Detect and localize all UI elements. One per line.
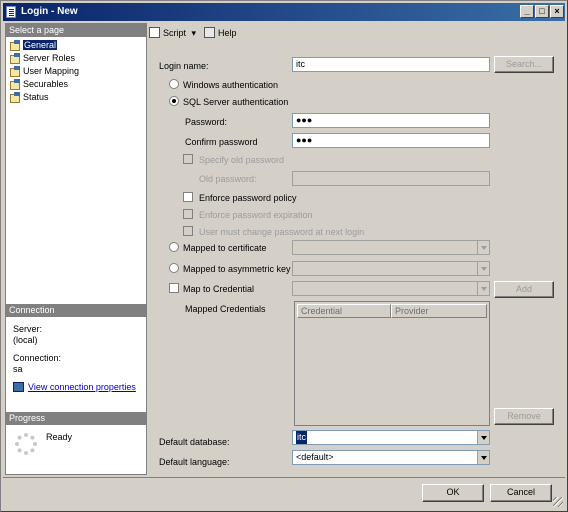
page-item-general[interactable]: General bbox=[9, 39, 58, 51]
close-button[interactable]: × bbox=[550, 5, 564, 18]
connection-label: Connection: bbox=[13, 353, 62, 363]
login-name-label: Login name: bbox=[159, 61, 209, 71]
page-icon bbox=[9, 79, 20, 90]
script-label: Script bbox=[163, 28, 187, 38]
progress-status: Ready bbox=[46, 432, 73, 442]
script-icon bbox=[149, 27, 160, 38]
default-language-select[interactable]: <default> bbox=[292, 450, 490, 465]
enforce-password-expiration-checkbox[interactable] bbox=[183, 209, 193, 219]
map-to-credential-checkbox[interactable] bbox=[169, 283, 179, 293]
help-icon bbox=[204, 27, 215, 38]
windows-auth-radio[interactable] bbox=[169, 79, 179, 89]
credential-column-header[interactable]: Credential bbox=[297, 304, 391, 318]
mapped-asymmetric-key-radio[interactable] bbox=[169, 263, 179, 273]
old-password-label: Old password: bbox=[199, 174, 257, 184]
mapped-certificate-label: Mapped to certificate bbox=[183, 243, 267, 253]
minimize-button[interactable]: _ bbox=[520, 5, 534, 18]
confirm-password-label: Confirm password bbox=[185, 137, 258, 147]
default-database-label: Default database: bbox=[159, 437, 230, 447]
chevron-down-icon: ▾ bbox=[191, 28, 197, 38]
page-item-server-roles[interactable]: Server Roles bbox=[9, 52, 75, 64]
mapped-asymmetric-key-label: Mapped to asymmetric key bbox=[183, 264, 291, 274]
enforce-password-policy-label: Enforce password policy bbox=[199, 193, 297, 203]
specify-old-password-label: Specify old password bbox=[199, 155, 285, 165]
default-language-value: <default> bbox=[296, 452, 334, 462]
map-to-credential-label: Map to Credential bbox=[183, 284, 255, 294]
windows-auth-label: Windows authentication bbox=[183, 80, 279, 90]
credentials-grid-body bbox=[297, 319, 487, 423]
default-language-label: Default language: bbox=[159, 457, 230, 467]
toolbar: Script ▾ Help bbox=[149, 23, 565, 43]
page-item-label: Server Roles bbox=[23, 53, 76, 63]
password-label: Password: bbox=[185, 117, 228, 127]
window-title: Login - New bbox=[21, 6, 78, 17]
ok-button[interactable]: OK bbox=[422, 484, 484, 502]
view-connection-properties[interactable]: View connection properties bbox=[13, 382, 136, 392]
specify-old-password-checkbox[interactable] bbox=[183, 154, 193, 164]
maximize-button[interactable]: □ bbox=[535, 5, 549, 18]
chevron-down-icon bbox=[477, 431, 489, 444]
chevron-down-icon bbox=[477, 282, 489, 295]
progress-spinner-icon bbox=[14, 432, 38, 456]
login-name-input[interactable]: itc bbox=[292, 57, 490, 72]
asymmetric-key-select[interactable] bbox=[292, 261, 490, 276]
page-item-status[interactable]: Status bbox=[9, 91, 49, 103]
chevron-down-icon bbox=[477, 451, 489, 464]
credential-select[interactable] bbox=[292, 281, 490, 296]
sql-auth-radio[interactable] bbox=[169, 96, 179, 106]
page-icon bbox=[9, 66, 20, 77]
page-icon bbox=[9, 40, 20, 51]
select-page-header: Select a page bbox=[6, 24, 146, 37]
general-page: Login name: itc Search... Windows authen… bbox=[149, 45, 565, 475]
page-item-label: Securables bbox=[23, 79, 69, 89]
mapped-credentials-label: Mapped Credentials bbox=[185, 304, 266, 314]
old-password-input[interactable] bbox=[292, 171, 490, 186]
progress-header: Progress bbox=[6, 412, 146, 425]
page-item-label: User Mapping bbox=[23, 66, 80, 76]
script-button[interactable]: Script ▾ bbox=[149, 27, 196, 39]
default-database-value: itc bbox=[296, 431, 307, 444]
login-new-window: Login - New _ □ × Select a page General … bbox=[0, 0, 568, 512]
dialog-footer: OK Cancel bbox=[3, 477, 565, 509]
server-label: Server: bbox=[13, 324, 43, 334]
provider-column-header[interactable]: Provider bbox=[391, 304, 487, 318]
connection-properties-icon bbox=[13, 382, 24, 392]
connection-header: Connection bbox=[6, 304, 146, 317]
help-button[interactable]: Help bbox=[204, 27, 237, 39]
page-item-label: Status bbox=[23, 92, 49, 102]
page-item-label: General bbox=[23, 40, 58, 50]
left-pane: Select a page General Server Roles User … bbox=[5, 23, 147, 475]
remove-credential-button[interactable]: Remove bbox=[494, 408, 554, 425]
mapped-certificate-radio[interactable] bbox=[169, 242, 179, 252]
search-button[interactable]: Search... bbox=[494, 56, 554, 73]
resize-grip-icon[interactable] bbox=[553, 497, 563, 507]
mapped-credentials-grid[interactable]: Credential Provider bbox=[294, 301, 490, 426]
connection-value: sa bbox=[13, 364, 23, 374]
page-icon bbox=[9, 92, 20, 103]
view-connection-link[interactable]: View connection properties bbox=[28, 382, 136, 392]
chevron-down-icon bbox=[477, 262, 489, 275]
certificate-select[interactable] bbox=[292, 240, 490, 255]
cancel-button[interactable]: Cancel bbox=[490, 484, 552, 502]
sql-auth-label: SQL Server authentication bbox=[183, 97, 289, 107]
must-change-password-label: User must change password at next login bbox=[199, 227, 365, 237]
must-change-password-checkbox[interactable] bbox=[183, 226, 193, 236]
page-item-user-mapping[interactable]: User Mapping bbox=[9, 65, 79, 77]
enforce-password-expiration-label: Enforce password expiration bbox=[199, 210, 313, 220]
document-icon bbox=[6, 6, 16, 18]
help-label: Help bbox=[218, 28, 237, 38]
add-credential-button[interactable]: Add bbox=[494, 281, 554, 298]
enforce-password-policy-checkbox[interactable] bbox=[183, 192, 193, 202]
confirm-password-input[interactable]: ●●● bbox=[292, 133, 490, 148]
page-icon bbox=[9, 53, 20, 64]
title-bar[interactable]: Login - New _ □ × bbox=[3, 3, 565, 21]
server-value: (local) bbox=[13, 335, 38, 345]
default-database-select[interactable]: itc bbox=[292, 430, 490, 445]
chevron-down-icon bbox=[477, 241, 489, 254]
page-item-securables[interactable]: Securables bbox=[9, 78, 68, 90]
password-input[interactable]: ●●● bbox=[292, 113, 490, 128]
